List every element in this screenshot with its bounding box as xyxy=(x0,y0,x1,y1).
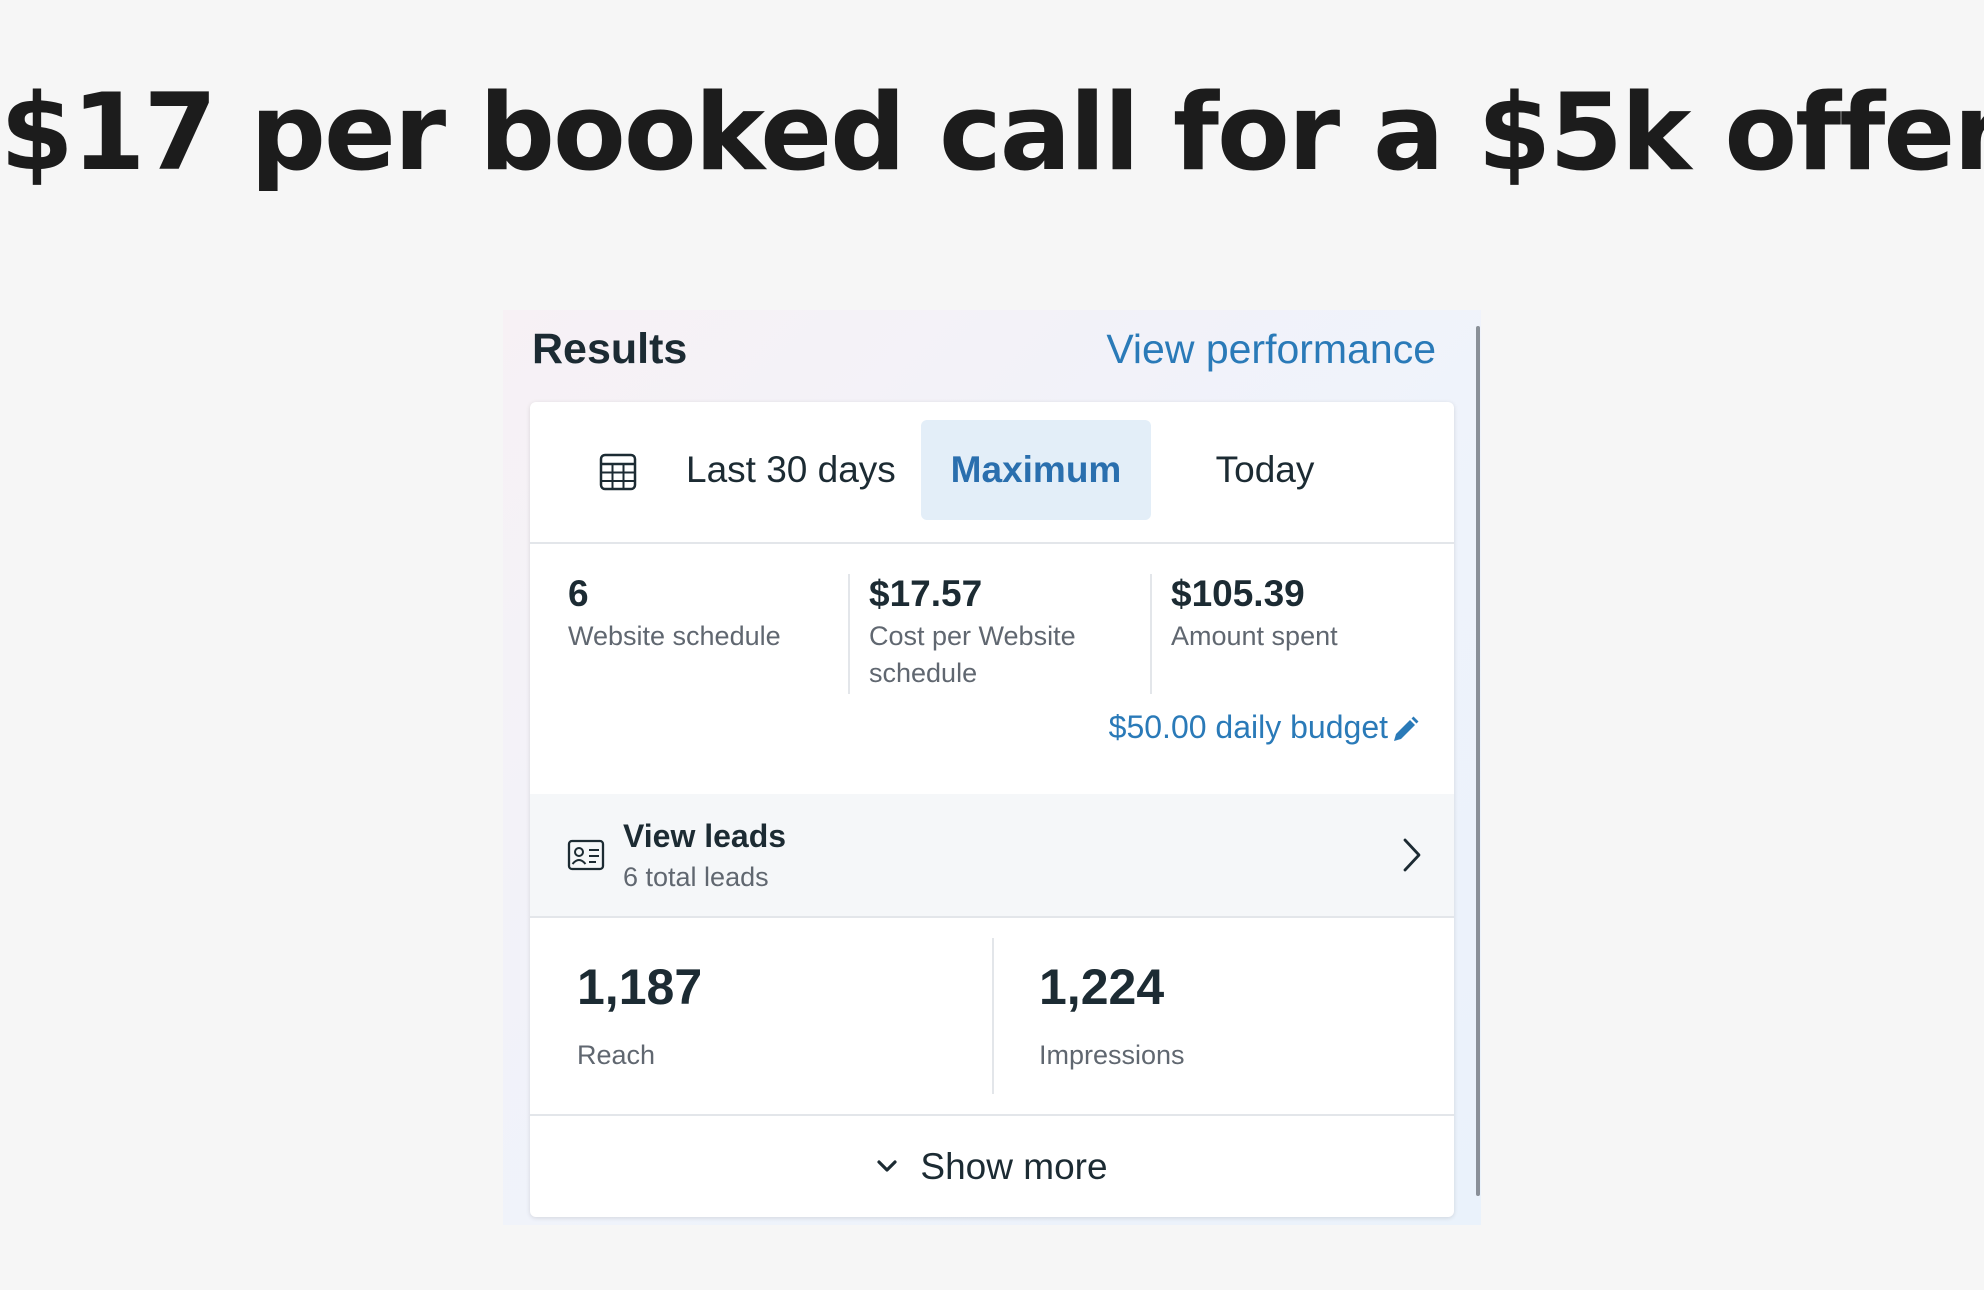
results-title: Results xyxy=(532,325,688,373)
results-panel: Results View performance Last 30 days Ma… xyxy=(503,310,1481,1225)
metric-value: 6 xyxy=(568,573,589,614)
view-leads-title: View leads xyxy=(623,818,787,854)
divider xyxy=(848,574,850,694)
chevron-down-icon xyxy=(877,1160,898,1172)
metric-label: Cost per Website schedule xyxy=(869,621,1076,688)
contact-card-icon xyxy=(567,839,605,871)
metric-value: $105.39 xyxy=(1171,573,1305,614)
stat-value: 1,224 xyxy=(1039,959,1165,1015)
divider xyxy=(1150,574,1152,694)
headline: $17 per booked call for a $5k offer xyxy=(0,71,1984,194)
metric-amount-spent: $105.39 Amount spent xyxy=(1171,572,1431,655)
stat-reach: 1,187 Reach xyxy=(577,958,702,1071)
metric-label: Website schedule xyxy=(568,621,781,651)
daily-budget-label: $50.00 daily budget xyxy=(1108,709,1388,745)
calendar-grid-icon[interactable] xyxy=(598,452,638,492)
metric-value: $17.57 xyxy=(869,573,983,614)
divider xyxy=(992,938,994,1094)
tab-last-30-days[interactable]: Last 30 days xyxy=(686,420,896,520)
stat-value: 1,187 xyxy=(577,959,703,1015)
show-more-button[interactable]: Show more xyxy=(530,1116,1454,1217)
scrollbar[interactable] xyxy=(1476,326,1480,1196)
total-leads-count: 6 total leads xyxy=(623,862,769,892)
reach-impressions-row: 1,187 Reach 1,224 Impressions xyxy=(530,918,1454,1116)
metric-label: Amount spent xyxy=(1171,621,1338,651)
tab-today[interactable]: Today xyxy=(1170,420,1360,520)
stat-label: Reach xyxy=(577,1040,656,1070)
metric-cost-per-schedule: $17.57 Cost per Website schedule xyxy=(869,572,1129,692)
show-more-label: Show more xyxy=(920,1146,1108,1187)
view-leads-row[interactable]: View leads 6 total leads xyxy=(530,794,1454,918)
pencil-icon xyxy=(1394,716,1419,741)
results-card: Last 30 days Maximum Today 6 Website sch… xyxy=(530,402,1454,1217)
date-range-tabs: Last 30 days Maximum Today xyxy=(530,402,1454,544)
metrics-row: 6 Website schedule $17.57 Cost per Websi… xyxy=(530,544,1454,804)
daily-budget-link[interactable]: $50.00 daily budget xyxy=(1109,709,1420,746)
tab-maximum[interactable]: Maximum xyxy=(921,420,1151,520)
stat-label: Impressions xyxy=(1039,1040,1185,1070)
stat-impressions: 1,224 Impressions xyxy=(1039,958,1185,1071)
metric-website-schedule: 6 Website schedule xyxy=(568,572,828,655)
chevron-right-icon xyxy=(1403,838,1421,872)
view-performance-link[interactable]: View performance xyxy=(1106,326,1436,373)
